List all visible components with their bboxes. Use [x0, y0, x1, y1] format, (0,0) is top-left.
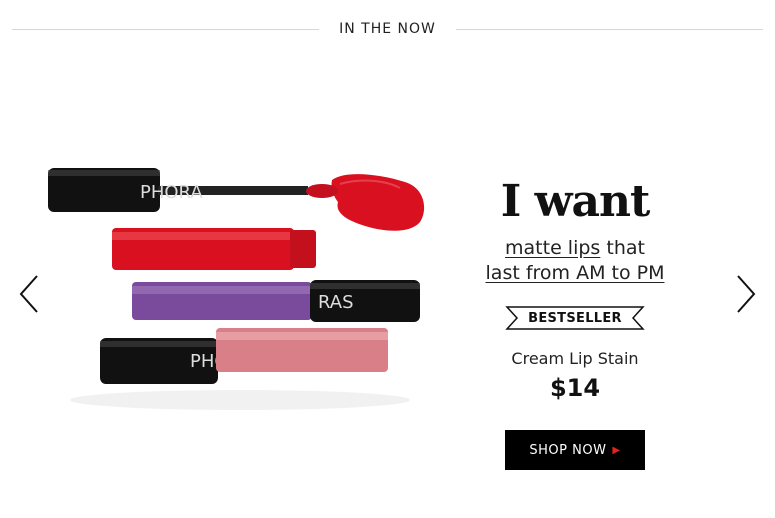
promo-line-2: last from AM to PM — [485, 261, 665, 284]
product-image[interactable]: PHORA RAS PHC — [40, 160, 460, 420]
section-title: IN THE NOW — [339, 21, 436, 37]
promo-headline: I want — [500, 176, 651, 227]
lip-stain-product-image: PHORA RAS PHC — [48, 168, 425, 410]
promo-copy: I want matte lips that last from AM to P… — [460, 176, 690, 471]
brand-text-2: RAS — [318, 292, 354, 313]
brand-text-1: PHORA — [140, 182, 203, 203]
promo-carousel: PHORA RAS PHC I want matte lips that las… — [0, 60, 775, 500]
chevron-right-icon — [737, 275, 756, 313]
promo-line-1-underlined: matte lips — [505, 237, 601, 259]
promo-line-1-rest: that — [600, 237, 645, 259]
promo-line-1: matte lips that — [505, 236, 645, 261]
caret-right-icon: ▶ — [612, 444, 621, 456]
header-rule-right — [455, 28, 764, 30]
bestseller-badge: BESTSELLER — [505, 305, 645, 331]
header-rule-left — [12, 28, 320, 30]
chevron-left-icon — [19, 275, 38, 313]
product-price: $14 — [549, 374, 601, 403]
carousel-next-button[interactable] — [731, 272, 761, 316]
shop-now-label: SHOP NOW — [529, 442, 607, 458]
shop-now-button[interactable]: SHOP NOW ▶ — [505, 430, 645, 471]
product-name: Cream Lip Stain — [511, 349, 639, 369]
section-header: IN THE NOW — [12, 16, 764, 42]
badge-label: BESTSELLER — [528, 310, 622, 326]
